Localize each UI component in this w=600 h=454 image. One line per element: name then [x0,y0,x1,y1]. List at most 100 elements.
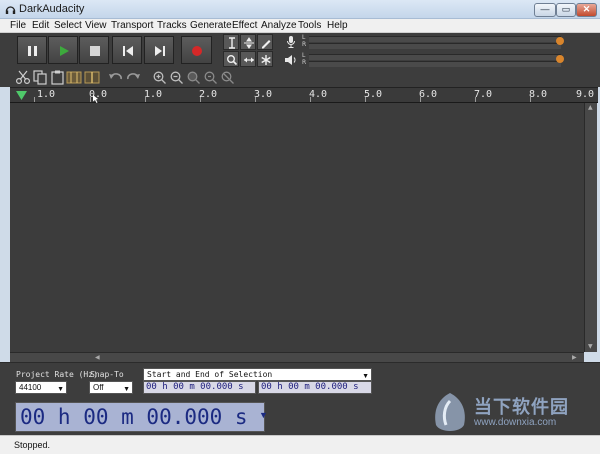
selection-tool[interactable] [223,34,239,50]
scroll-right-icon[interactable]: ▶ [572,354,577,361]
skip-start-icon [123,46,133,56]
minimize-button[interactable]: — [534,3,556,17]
trim-audio-icon[interactable] [66,70,82,85]
play-meter-bar-right[interactable] [309,61,561,67]
time-format-dropdown-icon[interactable]: ▼ [259,410,268,420]
undo-icon[interactable] [108,70,124,85]
watermark-url: www.downxia.com [474,417,557,428]
play-icon [60,46,69,56]
ruler-tick-label: 2.0 [199,89,218,100]
vertical-scrollbar[interactable]: ▲ ▼ [584,103,597,352]
menu-view[interactable]: View [85,20,107,31]
track-area[interactable] [10,103,584,352]
draw-tool[interactable] [257,34,273,50]
record-volume-knob[interactable] [556,37,564,45]
watermark: 当下软件园 www.downxia.com [430,387,600,437]
scroll-down-icon[interactable]: ▼ [588,343,593,350]
menu-transport[interactable]: Transport [111,20,153,31]
menu-tracks[interactable]: Tracks [157,20,187,31]
audio-position-readout[interactable]: 00 h 00 m 00.000 s [15,402,265,432]
record-meter-bar[interactable] [309,36,561,42]
menu-select[interactable]: Select [54,20,82,31]
zoom-tool[interactable] [223,51,239,67]
play-button[interactable] [48,36,78,64]
menu-tools[interactable]: Tools [298,20,321,31]
selection-mode-select[interactable]: Start and End of Selection ▼ [143,368,372,381]
paste-icon[interactable] [50,70,66,85]
snap-to-select[interactable]: Off ▼ [89,381,133,394]
ruler-tick [365,97,366,102]
record-meter-bar-right[interactable] [309,43,561,49]
record-meter-right-label: R [302,41,307,48]
ruler-tick [90,97,91,102]
ruler-tick [255,97,256,102]
maximize-button[interactable]: ▭ [556,3,576,17]
headphones-icon [5,6,16,14]
horizontal-scrollbar[interactable]: ◀ ▶ [10,352,584,362]
redo-icon[interactable] [125,70,141,85]
skip-to-start-button[interactable] [112,36,142,64]
record-meter-left-label: L [302,34,306,41]
menu-effect[interactable]: Effect [232,20,257,31]
envelope-icon [244,37,254,49]
cut-icon[interactable] [15,70,31,85]
stop-button[interactable] [79,36,109,64]
project-rate-value: 44100 [19,383,42,392]
play-meter-left-label: L [302,52,306,59]
copy-icon[interactable] [32,70,48,85]
ruler-tick [34,97,35,102]
menu-file[interactable]: File [10,20,26,31]
snap-to-value: Off [93,383,104,392]
zoom-in-icon[interactable] [152,70,168,85]
timeline-ruler[interactable]: 1.0 0.0 1.0 2.0 3.0 4.0 5.0 6.0 7.0 8.0 … [10,87,598,103]
record-button[interactable] [181,36,212,64]
pause-button[interactable] [17,36,47,64]
timeline-options-icon[interactable] [16,91,27,101]
menu-analyze[interactable]: Analyze [261,20,297,31]
playhead-cursor-icon [93,95,98,103]
scroll-left-icon[interactable]: ◀ [95,354,100,361]
play-volume-knob[interactable] [556,55,564,63]
silence-audio-icon[interactable] [84,70,100,85]
record-icon [192,46,202,56]
snap-to-label: Snap-To [90,370,124,379]
dropdown-arrow-icon: ▼ [123,386,130,393]
i-beam-icon [229,37,235,49]
zoom-toggle-icon[interactable] [220,70,236,85]
ruler-tick-label: 1.0 [37,89,56,100]
ruler-tick-label: 9.0 [576,89,595,100]
pencil-icon [262,40,271,49]
ruler-tick-label: 3.0 [254,89,273,100]
play-meter-bar[interactable] [309,54,561,60]
stop-icon [90,46,100,56]
menu-help[interactable]: Help [327,20,348,31]
ruler-tick [200,97,201,102]
ruler-tick [475,97,476,102]
selection-mode-value: Start and End of Selection [147,370,273,379]
status-bar: Stopped. [0,435,600,454]
fit-selection-icon[interactable] [186,70,202,85]
title-bar: DarkAudacity — ▭ ✕ [0,0,600,19]
play-meter-right-label: R [302,59,307,66]
zoom-out-icon[interactable] [169,70,185,85]
multi-tool[interactable] [257,51,273,67]
menu-generate[interactable]: Generate [190,20,232,31]
speaker-icon[interactable] [284,53,298,67]
magnifier-icon [227,55,238,66]
window-title: DarkAudacity [19,3,85,15]
selection-start-time[interactable]: 00 h 00 m 00.000 s [143,381,256,394]
microphone-icon[interactable] [284,35,298,49]
ruler-tick-label: 7.0 [474,89,493,100]
project-rate-select[interactable]: 44100 ▼ [15,381,67,394]
time-shift-tool[interactable] [240,51,256,67]
close-button[interactable]: ✕ [576,3,597,17]
skip-to-end-button[interactable] [144,36,174,64]
menu-edit[interactable]: Edit [32,20,49,31]
selection-end-time[interactable]: 00 h 00 m 00.000 s [258,381,372,394]
pause-icon [28,46,37,56]
ruler-tick-label: 4.0 [309,89,328,100]
ruler-tick [310,97,311,102]
fit-project-icon[interactable] [203,70,219,85]
scroll-up-icon[interactable]: ▲ [588,104,593,111]
envelope-tool[interactable] [240,34,256,50]
